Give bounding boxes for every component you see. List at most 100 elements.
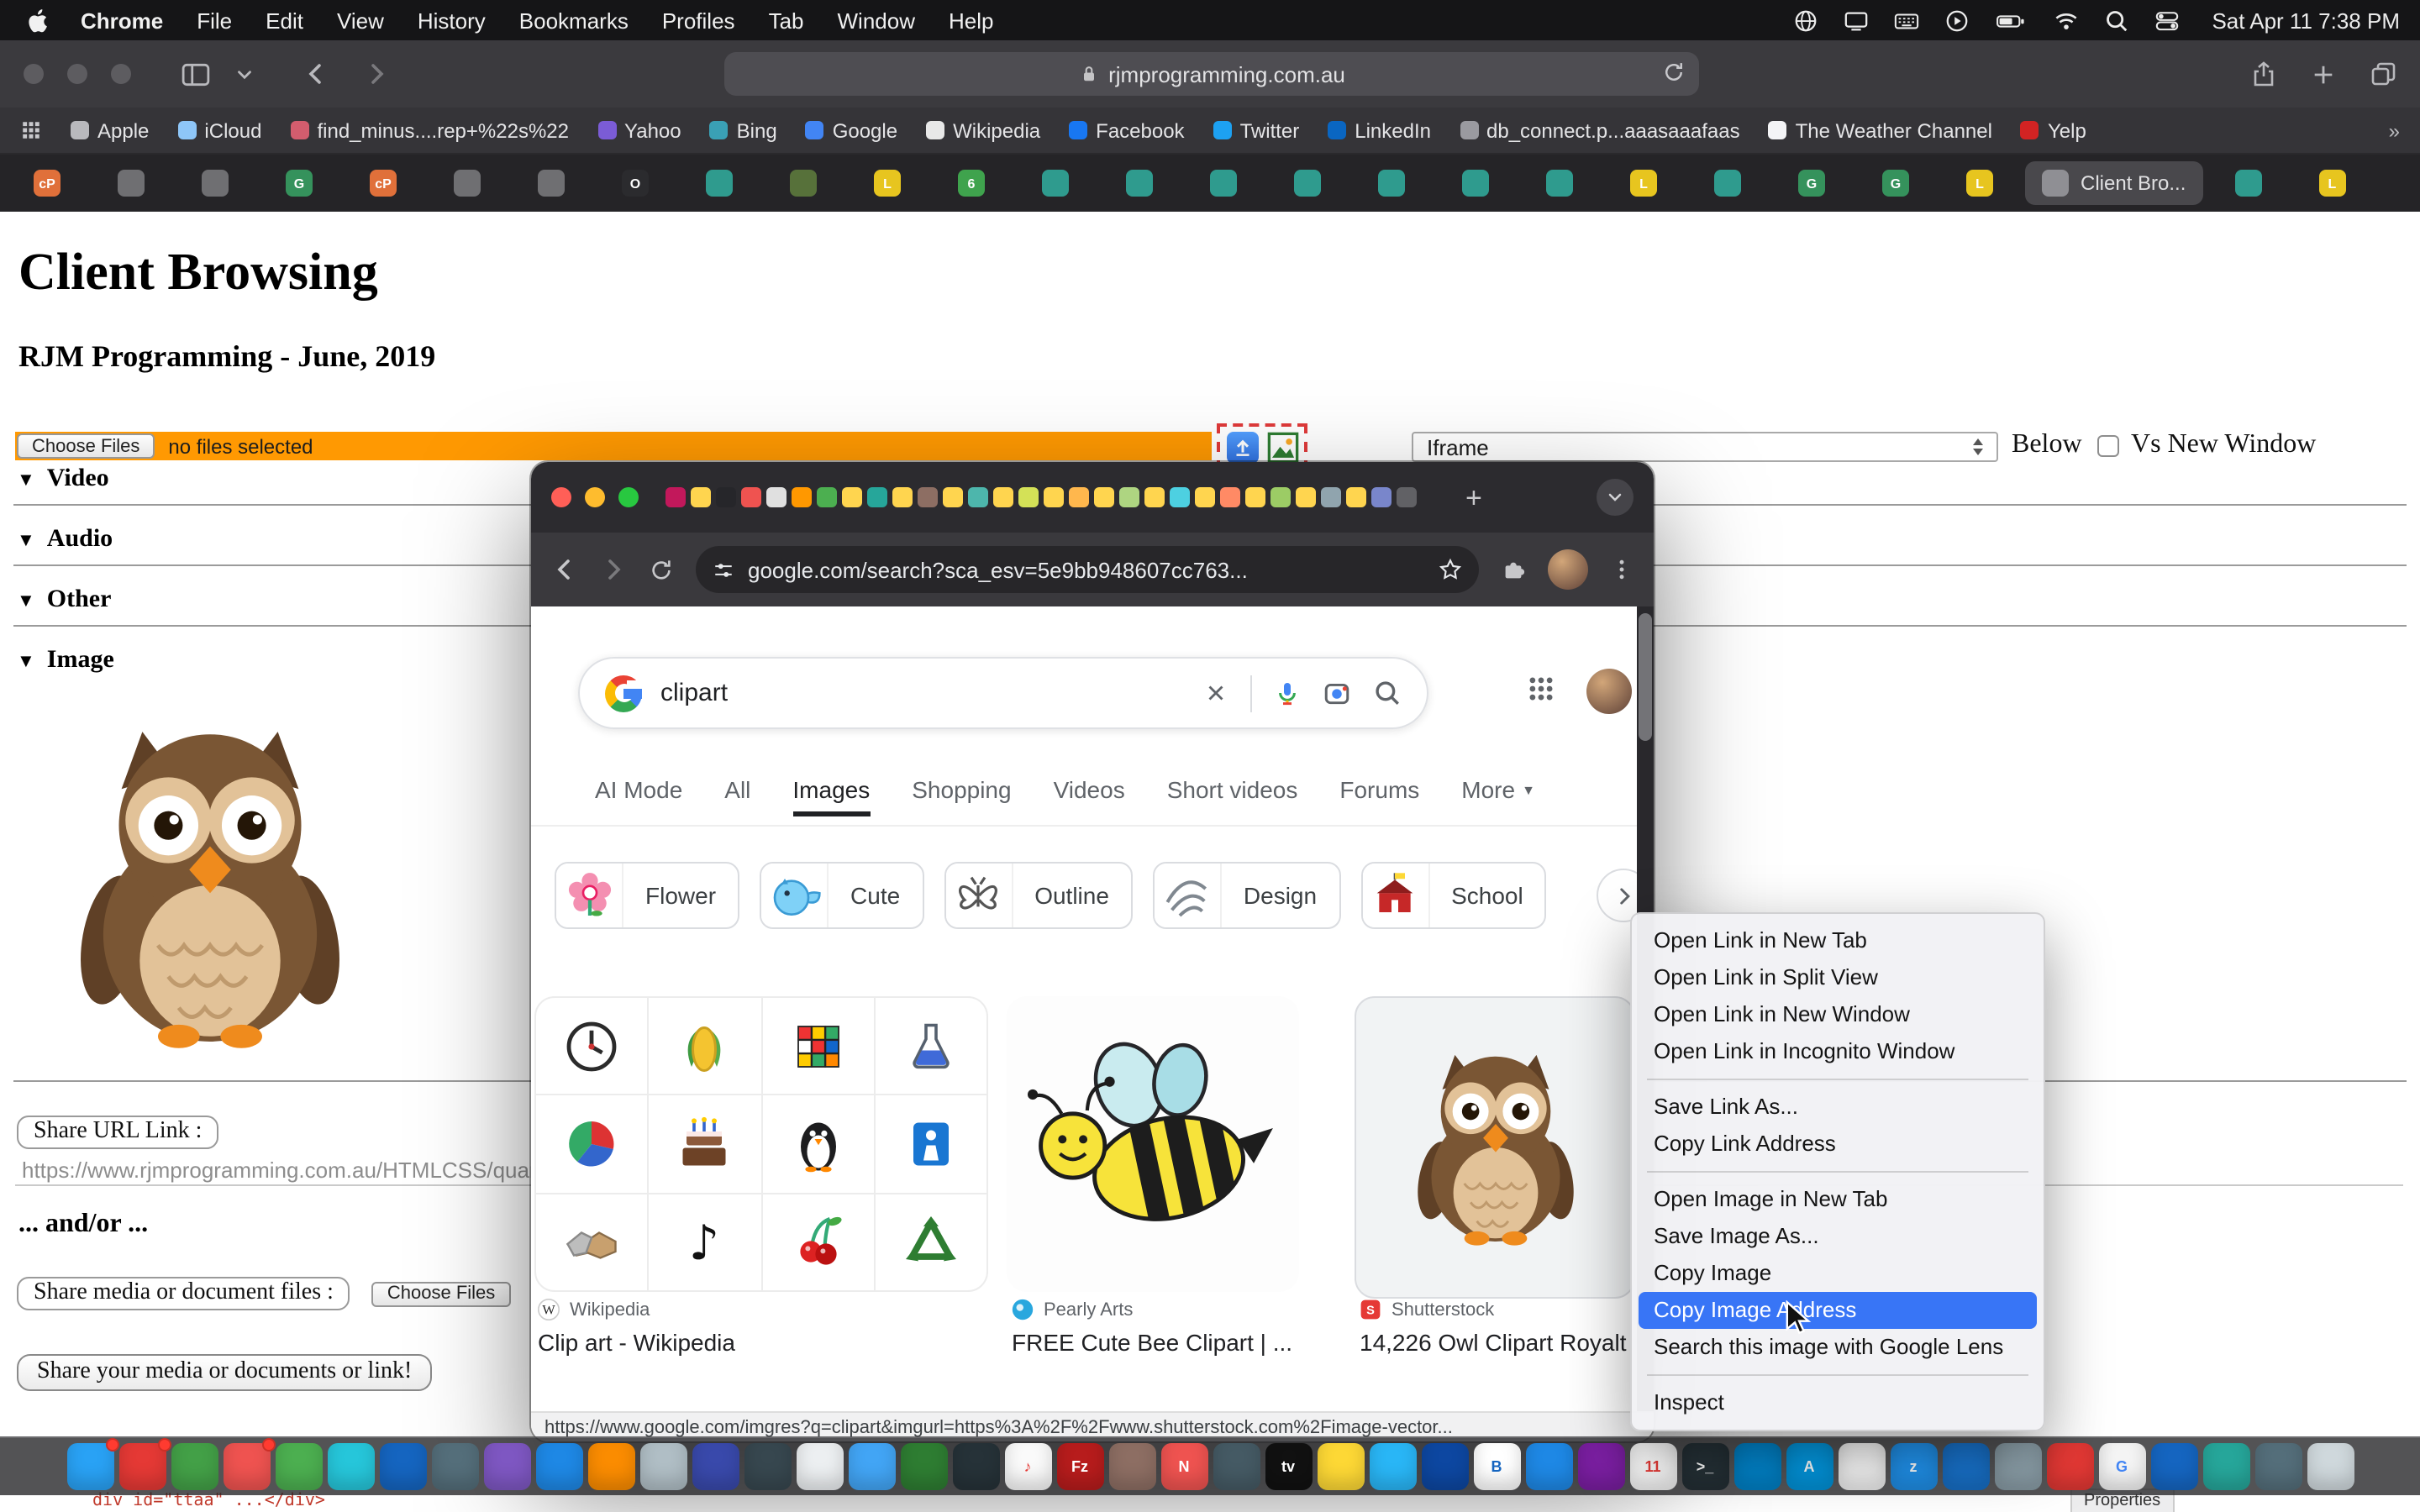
bookmark-apple[interactable]: Apple	[71, 118, 149, 142]
browser-tab[interactable]: cP	[8, 163, 86, 203]
browser-tab[interactable]: G	[1857, 163, 1934, 203]
browser-tab[interactable]	[1269, 163, 1346, 203]
apple-menu-icon[interactable]	[27, 8, 50, 33]
context-item-open-link-in-new-window[interactable]: Open Link in New Window	[1639, 996, 2037, 1033]
inner-tab[interactable]	[1296, 487, 1316, 507]
menu-clock[interactable]: Sat Apr 11 7:38 PM	[2212, 8, 2400, 33]
browser-tab[interactable]	[681, 163, 758, 203]
share-icon[interactable]	[2250, 60, 2277, 87]
dock-icon[interactable]	[535, 1443, 582, 1490]
result-source[interactable]: Pearly Arts	[1012, 1299, 1133, 1320]
dock-icon[interactable]: B	[1473, 1443, 1520, 1490]
dock-icon[interactable]	[431, 1443, 478, 1490]
inner-tab[interactable]	[993, 487, 1013, 507]
profile-avatar[interactable]	[1548, 549, 1588, 590]
inner-tab[interactable]	[943, 487, 963, 507]
tab-videos[interactable]: Videos	[1054, 776, 1125, 816]
dock-icon[interactable]: tv	[1265, 1443, 1312, 1490]
vs-new-window-checkbox[interactable]	[2097, 435, 2119, 457]
inner-tab[interactable]	[892, 487, 913, 507]
new-tab-icon[interactable]	[2311, 61, 2336, 87]
bookmarks-overflow-icon[interactable]: »	[2389, 118, 2400, 142]
chip-school[interactable]: School	[1360, 862, 1547, 929]
extensions-icon[interactable]	[1501, 557, 1526, 582]
context-item-copy-link-address[interactable]: Copy Link Address	[1639, 1126, 2037, 1163]
dock-icon[interactable]	[1421, 1443, 1468, 1490]
dock-icon[interactable]	[1525, 1443, 1572, 1490]
section-other[interactable]: ▼Other	[17, 586, 111, 615]
close-button[interactable]	[551, 487, 571, 507]
chip-outline[interactable]: Outline	[944, 862, 1133, 929]
dock-icon[interactable]	[171, 1443, 218, 1490]
inner-tab[interactable]	[691, 487, 711, 507]
result-title[interactable]: Clip art - Wikipedia	[538, 1329, 735, 1356]
choose-files-button[interactable]: Choose Files	[17, 433, 155, 459]
lens-icon[interactable]	[1323, 679, 1351, 707]
menu-item-bookmarks[interactable]: Bookmarks	[502, 8, 645, 33]
bookmark-yahoo[interactable]: Yahoo	[597, 118, 681, 142]
browser-tab[interactable]	[1101, 163, 1178, 203]
inner-tab[interactable]	[1170, 487, 1190, 507]
tab-ai-mode[interactable]: AI Mode	[595, 776, 682, 816]
search-icon[interactable]	[1373, 679, 1402, 707]
dock-icon[interactable]	[796, 1443, 843, 1490]
context-item-copy-image-address[interactable]: Copy Image Address	[1639, 1292, 2037, 1329]
result-image-owl[interactable]	[1355, 996, 1635, 1299]
account-avatar[interactable]	[1586, 669, 1632, 714]
battery-icon[interactable]	[1995, 8, 2028, 33]
display-mode-select[interactable]: Iframe	[1412, 432, 1998, 462]
forward-icon[interactable]	[600, 556, 627, 583]
browser-tab[interactable]: 6	[933, 163, 1010, 203]
chevron-down-icon[interactable]	[234, 63, 255, 85]
apps-grid-icon[interactable]	[20, 119, 42, 141]
context-item-search-this-image-with-google-lens[interactable]: Search this image with Google Lens	[1639, 1329, 2037, 1366]
bookmark-google[interactable]: Google	[806, 118, 897, 142]
inner-tab[interactable]	[817, 487, 837, 507]
inner-tab[interactable]	[1220, 487, 1240, 507]
minimize-button[interactable]	[585, 487, 605, 507]
dock-icon[interactable]	[483, 1443, 530, 1490]
menu-app-name[interactable]: Chrome	[64, 8, 180, 33]
browser-tab[interactable]	[1689, 163, 1766, 203]
inner-tab[interactable]	[766, 487, 786, 507]
vpn-icon[interactable]	[1793, 8, 1818, 33]
context-item-open-link-in-new-tab[interactable]: Open Link in New Tab	[1639, 922, 2037, 959]
dock-icon[interactable]	[1317, 1443, 1364, 1490]
bookmark-twitter[interactable]: Twitter	[1213, 118, 1300, 142]
outer-titlebar[interactable]: rjmprogramming.com.au	[0, 40, 2420, 108]
tab-short-videos[interactable]: Short videos	[1167, 776, 1298, 816]
result-title[interactable]: FREE Cute Bee Clipart | ...	[1012, 1329, 1292, 1356]
tab-all[interactable]: All	[724, 776, 750, 816]
browser-tab[interactable]: cP	[345, 163, 422, 203]
menu-item-window[interactable]: Window	[821, 8, 933, 33]
bookmark-star-icon[interactable]	[1439, 558, 1462, 581]
dock-icon[interactable]	[2046, 1443, 2093, 1490]
result-title[interactable]: 14,226 Owl Clipart Royalt	[1360, 1329, 1627, 1356]
bookmark-bing[interactable]: Bing	[710, 118, 777, 142]
result-source[interactable]: Wikipedia	[538, 1299, 650, 1320]
zoom-button[interactable]	[111, 64, 131, 84]
dock-icon[interactable]	[1108, 1443, 1155, 1490]
dock-icon[interactable]	[1733, 1443, 1781, 1490]
dock-icon[interactable]	[1577, 1443, 1624, 1490]
tab-forums[interactable]: Forums	[1339, 776, 1419, 816]
dock-icon[interactable]	[379, 1443, 426, 1490]
browser-tab[interactable]	[1521, 163, 1598, 203]
dock-icon[interactable]	[744, 1443, 791, 1490]
voice-search-icon[interactable]	[1274, 680, 1301, 706]
inner-tab[interactable]	[1069, 487, 1089, 507]
dock-icon[interactable]	[848, 1443, 895, 1490]
dock-icon[interactable]	[952, 1443, 999, 1490]
tab-images[interactable]: Images	[792, 776, 870, 816]
inner-tab[interactable]	[1144, 487, 1165, 507]
context-item-save-link-as[interactable]: Save Link As...	[1639, 1089, 2037, 1126]
dock-icon[interactable]	[2307, 1443, 2354, 1490]
control-center-icon[interactable]	[2154, 8, 2180, 33]
browser-tab[interactable]: L	[1605, 163, 1682, 203]
dock-icon[interactable]	[2202, 1443, 2249, 1490]
browser-tab[interactable]	[176, 163, 254, 203]
minimize-button[interactable]	[67, 64, 87, 84]
browser-tab[interactable]: O	[597, 163, 674, 203]
browser-tab[interactable]: L	[849, 163, 926, 203]
result-image-collage[interactable]	[534, 996, 988, 1292]
